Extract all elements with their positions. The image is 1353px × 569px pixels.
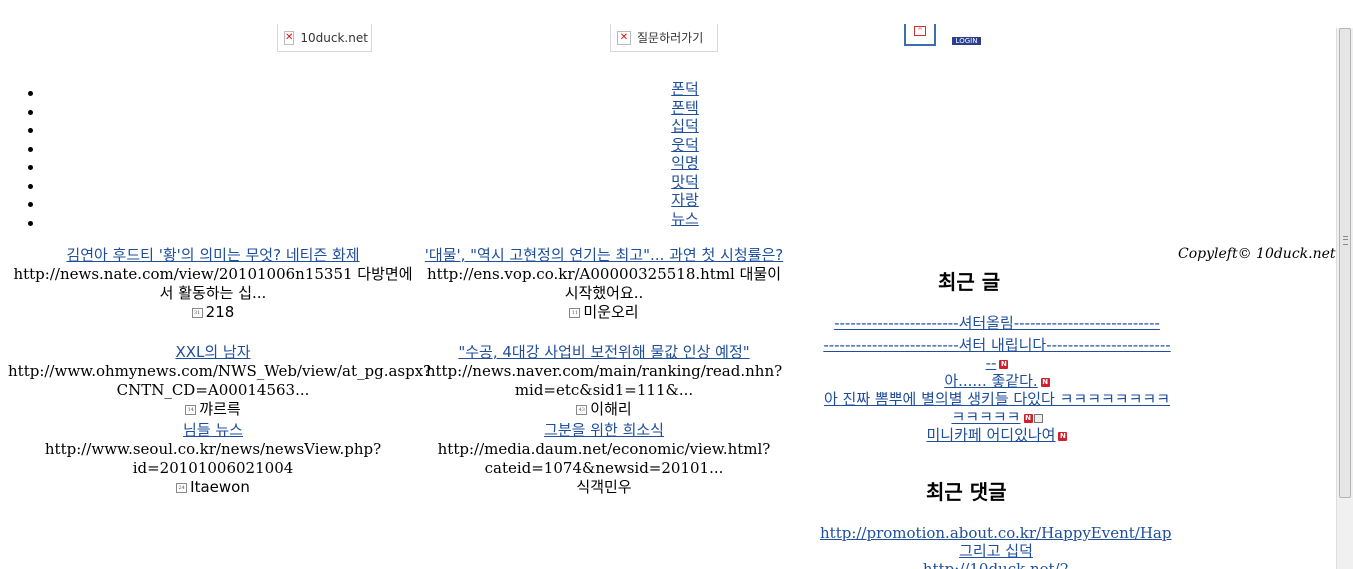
recent-posts-list: -----------------------셔터올림-------------…	[822, 314, 1172, 450]
news-item: 그분을 위한 희소식 http://media.daum.net/economi…	[424, 421, 784, 497]
news-title-link[interactable]: 님들 뉴스	[183, 421, 243, 439]
category-nav: 폰덕 폰텍 십덕 웃덕 익명 맛덕 자랑 뉴스	[662, 80, 708, 228]
member-level-icon: 31	[191, 308, 203, 318]
news-author: 이해리	[590, 400, 632, 418]
news-item: "수공, 4대강 사업비 보전위해 물값 인상 예정" http://news.…	[424, 343, 784, 419]
new-badge-icon: N	[1023, 413, 1033, 423]
recent-post-link[interactable]: 아...... 좋같다.	[944, 372, 1037, 390]
news-snippet: http://media.daum.net/economic/view.html…	[437, 440, 771, 477]
recent-comment-link[interactable]: http://10duck.net/2	[923, 560, 1069, 569]
news-author: 식객민우	[576, 478, 632, 496]
list-item: http://promotion.about.co.kr/HappyEvent/…	[820, 524, 1172, 542]
grip-icon	[1343, 236, 1348, 245]
copyleft-text: Copyleft© 10duck.net	[1178, 246, 1336, 262]
recent-post-link[interactable]: 미니카페 어디있나여	[927, 426, 1056, 444]
nav-link-sipduck[interactable]: 십덕	[662, 117, 708, 136]
news-snippet: http://www.seoul.co.kr/news/newsView.php…	[44, 440, 382, 477]
news-author: 218	[205, 303, 235, 321]
news-snippet: http://www.ohmynews.com/NWS_Web/view/at_…	[8, 362, 432, 399]
broken-image-icon: ✕	[617, 30, 631, 45]
nav-link-news[interactable]: 뉴스	[662, 210, 708, 229]
login-button[interactable]: LOGIN	[952, 37, 981, 45]
recent-post-link[interactable]: -----------------------셔터올림-------------…	[834, 314, 1160, 332]
news-snippet: http://ens.vop.co.kr/A00000325518.html 대…	[426, 265, 782, 302]
list-item: 아 진짜 뽐뿌에 별의별 생키들 다있다 ㅋㅋㅋㅋㅋㅋㅋㅋㅋㅋㅋㅋㅋ N	[822, 390, 1172, 426]
recent-comment-link[interactable]: 그리고 십덕	[959, 542, 1033, 560]
image-attachment-icon	[1033, 413, 1043, 423]
news-author: 미운오리	[583, 303, 639, 321]
nav-link-phonduck[interactable]: 폰덕	[662, 80, 708, 99]
news-title-link[interactable]: XXL의 남자	[175, 343, 250, 361]
nav-link-phontech[interactable]: 폰텍	[662, 99, 708, 118]
banner-image-10duck[interactable]: ✕ 10duck.net	[277, 24, 372, 52]
ask-question-alt: 질문하러가기	[637, 31, 704, 45]
new-badge-icon: N	[1040, 377, 1050, 387]
list-item: -----------------------셔터올림-------------…	[822, 314, 1172, 332]
top-image-frame[interactable]: ^	[904, 24, 936, 46]
news-title-link[interactable]: 그분을 위한 희소식	[544, 421, 664, 439]
member-level-icon: 11	[569, 308, 581, 318]
nav-link-anonymous[interactable]: 익명	[662, 154, 708, 173]
news-item: '대물', "역시 고현정의 연기는 최고"... 과연 첫 시청률은? htt…	[424, 246, 784, 322]
list-item: 미니카페 어디있나여 N	[822, 426, 1172, 444]
ask-question-image[interactable]: ✕ 질문하러가기	[610, 24, 718, 52]
member-level-icon: 24	[176, 483, 188, 493]
scrollbar-thumb[interactable]	[1339, 28, 1351, 498]
recent-comments-heading: 최근 댓글	[926, 480, 1007, 504]
news-item: 님들 뉴스 http://www.seoul.co.kr/news/newsVi…	[8, 421, 418, 497]
recent-comments-list: http://promotion.about.co.kr/HappyEvent/…	[820, 524, 1172, 569]
new-badge-icon: N	[1058, 431, 1068, 441]
list-item: 그리고 십덕	[820, 542, 1172, 560]
news-snippet: http://news.naver.com/main/ranking/read.…	[425, 362, 783, 399]
vertical-scrollbar[interactable]	[1336, 28, 1353, 569]
recent-post-link[interactable]: 아 진짜 뽐뿌에 별의별 생키들 다있다 ㅋㅋㅋㅋㅋㅋㅋㅋㅋㅋㅋㅋㅋ	[824, 390, 1170, 426]
new-badge-icon: N	[999, 359, 1009, 369]
broken-image-icon: ^	[914, 26, 926, 36]
recent-posts-heading: 최근 글	[938, 270, 1001, 294]
list-item: 아...... 좋같다. N	[822, 372, 1172, 390]
recent-comment-link[interactable]: http://promotion.about.co.kr/HappyEvent/…	[820, 524, 1172, 542]
news-title-link[interactable]: "수공, 4대강 사업비 보전위해 물값 인상 예정"	[458, 343, 749, 361]
news-title-link[interactable]: '대물', "역시 고현정의 연기는 최고"... 과연 첫 시청률은?	[425, 246, 783, 264]
broken-image-icon: ✕	[284, 30, 295, 45]
list-item: http://10duck.net/2	[820, 560, 1172, 569]
news-author: 꺄르륵	[199, 400, 241, 418]
member-level-icon: 43	[576, 405, 588, 415]
news-item: XXL의 남자 http://www.ohmynews.com/NWS_Web/…	[8, 343, 431, 419]
nav-link-matduck[interactable]: 맛덕	[662, 173, 708, 192]
news-title-link[interactable]: 김연아 후드티 '황'의 의미는 무엇? 네티즌 화제	[66, 246, 359, 264]
news-snippet: http://news.nate.com/view/20101006n15351…	[13, 265, 413, 302]
recent-post-link[interactable]: -------------------------셔터 내립니다--------…	[823, 336, 1170, 372]
news-author: Itaewon	[190, 478, 250, 496]
member-level-icon: 14	[185, 405, 197, 415]
list-item: -------------------------셔터 내립니다--------…	[822, 336, 1172, 372]
nav-link-utduck[interactable]: 웃덕	[662, 136, 708, 155]
news-item: 김연아 후드티 '황'의 의미는 무엇? 네티즌 화제 http://news.…	[8, 246, 418, 322]
banner-left-alt: 10duck.net	[300, 30, 368, 45]
nav-link-boast[interactable]: 자랑	[662, 191, 708, 210]
